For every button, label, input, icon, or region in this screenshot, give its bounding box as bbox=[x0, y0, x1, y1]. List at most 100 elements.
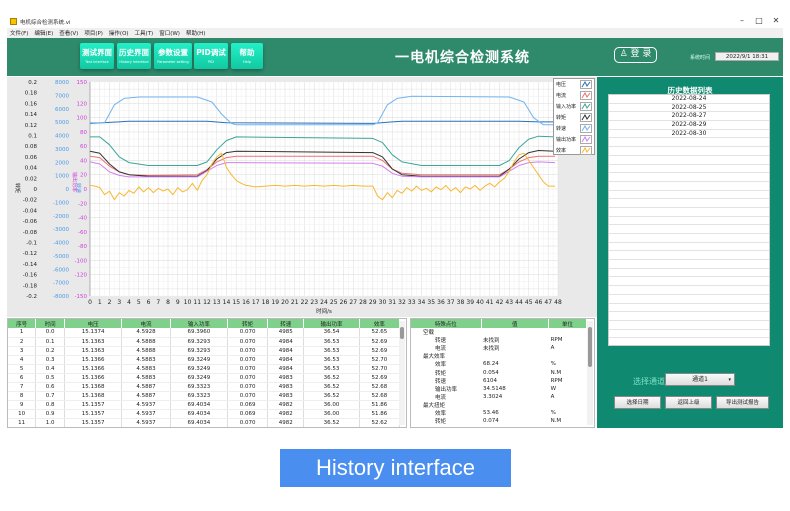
column-header[interactable]: 转矩 bbox=[227, 319, 269, 328]
table-row[interactable]: 11 1.0 15.1357 4.5937 69.4034 0.070 4982 36.52 5… bbox=[8, 418, 401, 427]
history-date-item[interactable] bbox=[609, 217, 769, 226]
nav-parameter-setting[interactable]: 参数设置 Parameter setting bbox=[154, 43, 192, 69]
nav-test-interface[interactable]: 测试界面 Test interface bbox=[80, 43, 114, 69]
tree-row[interactable]: 空载 bbox=[411, 328, 587, 336]
history-date-item[interactable] bbox=[609, 199, 769, 208]
channel-select[interactable]: 通道1 ▾ bbox=[665, 373, 735, 386]
export-report-button[interactable]: 导出测试报告 bbox=[716, 396, 769, 409]
history-date-item[interactable]: 2022-08-25 bbox=[609, 104, 769, 113]
history-date-item[interactable] bbox=[609, 208, 769, 217]
legend-item[interactable]: 转矩 bbox=[554, 112, 594, 123]
history-date-item[interactable] bbox=[609, 147, 769, 156]
history-date-item[interactable]: 2022-08-27 bbox=[609, 112, 769, 122]
history-date-item[interactable] bbox=[609, 182, 769, 191]
history-date-item[interactable] bbox=[609, 330, 769, 339]
column-header[interactable]: 转速 bbox=[267, 319, 305, 328]
menu-project[interactable]: 项目(P) bbox=[84, 29, 103, 37]
column-header[interactable]: 序号 bbox=[8, 319, 37, 328]
history-date-item[interactable] bbox=[609, 260, 769, 269]
history-date-item[interactable]: 2022-08-30 bbox=[609, 130, 769, 139]
data-table-scrollbar[interactable] bbox=[399, 321, 405, 425]
tree-row[interactable]: 电流 未找到 A bbox=[411, 344, 587, 352]
history-date-item[interactable] bbox=[609, 165, 769, 174]
feature-table-scrollbar[interactable] bbox=[587, 321, 593, 425]
history-date-item[interactable] bbox=[609, 295, 769, 304]
table-row[interactable]: 3 0.2 15.1363 4.5888 69.3293 0.070 4984 36.53 52… bbox=[8, 346, 401, 356]
legend-item[interactable]: 输入功率 bbox=[554, 101, 594, 112]
menu-edit[interactable]: 编辑(E) bbox=[34, 29, 53, 37]
nav-pid[interactable]: PID调试 PID bbox=[194, 43, 228, 69]
tree-row[interactable]: 电流 3.3024 A bbox=[411, 393, 587, 401]
tree-row[interactable]: 最大效率 bbox=[411, 352, 587, 360]
history-date-item[interactable] bbox=[609, 243, 769, 252]
history-date-list[interactable]: 2022-08-24 2022-08-25 2022-08-27 2022-08-29… bbox=[608, 94, 770, 346]
x-tick-label: 29 bbox=[369, 299, 377, 306]
menu-view[interactable]: 查看(V) bbox=[59, 29, 78, 37]
tree-row[interactable]: 输出功率 34.5148 W bbox=[411, 385, 587, 393]
table-row[interactable]: 4 0.3 15.1366 4.5883 69.3249 0.070 4984 36.53 52… bbox=[8, 355, 401, 365]
table-cell: 1 bbox=[8, 328, 37, 338]
table-row[interactable]: 7 0.6 15.1368 4.5887 69.3323 0.070 4983 36.52 52… bbox=[8, 382, 401, 393]
legend-item[interactable]: 转速 bbox=[554, 123, 594, 134]
column-header[interactable]: 时间 bbox=[35, 319, 66, 328]
menu-tools[interactable]: 工具(T) bbox=[135, 29, 154, 37]
close-button[interactable]: ✕ bbox=[769, 16, 783, 25]
table-row[interactable]: 6 0.5 15.1366 4.5883 69.3249 0.070 4983 36.52 52… bbox=[8, 373, 401, 384]
history-date-item[interactable] bbox=[609, 286, 769, 295]
history-date-item[interactable]: 2022-08-29 bbox=[609, 121, 769, 130]
history-date-item[interactable] bbox=[609, 225, 769, 234]
history-date-item[interactable] bbox=[609, 312, 769, 321]
history-date-item[interactable] bbox=[609, 251, 769, 261]
history-date-item[interactable] bbox=[609, 191, 769, 200]
table-row[interactable]: 8 0.7 15.1368 4.5887 69.3323 0.070 4983 36.52 52… bbox=[8, 391, 401, 402]
minimize-button[interactable]: – bbox=[735, 16, 749, 25]
legend-item[interactable]: 电流 bbox=[554, 90, 594, 101]
tree-row[interactable]: 效率 53.46% bbox=[411, 409, 587, 417]
tree-row[interactable]: 转矩 0.074 N.M bbox=[411, 417, 587, 425]
table-cell: 69.4034 bbox=[170, 409, 228, 420]
y-tick-label: -7000 bbox=[53, 281, 69, 287]
table-row[interactable]: 1 0.0 15.1374 4.5928 69.3960 0.070 4985 36.54 52… bbox=[8, 328, 401, 338]
tree-row[interactable]: 效率 68.24% bbox=[411, 360, 587, 368]
table-row[interactable]: 2 0.1 15.1363 4.5888 69.3293 0.070 4984 36.53 52… bbox=[8, 337, 401, 347]
legend-item[interactable]: 输出功率 bbox=[554, 134, 594, 145]
table-row[interactable]: 10 0.9 15.1357 4.5937 69.4034 0.069 4982 36.00 5… bbox=[8, 409, 401, 420]
table-cell: 52.69 bbox=[359, 337, 401, 347]
history-date-item[interactable] bbox=[609, 321, 769, 330]
table-row[interactable]: 9 0.8 15.1357 4.5937 69.4034 0.069 4982 36.00 51… bbox=[8, 400, 401, 411]
history-date-item[interactable]: 2022-08-24 bbox=[609, 95, 769, 104]
tree-row[interactable]: 转速 未找到 RPM bbox=[411, 336, 587, 344]
tree-row[interactable]: 最大扭矩 bbox=[411, 401, 587, 409]
legend-item[interactable]: 电压 bbox=[554, 79, 594, 90]
y-tick-label: -8000 bbox=[53, 294, 69, 300]
legend-label: 电流 bbox=[556, 93, 567, 99]
menu-help[interactable]: 帮助(H) bbox=[186, 29, 205, 37]
history-date-item[interactable] bbox=[609, 173, 769, 182]
menu-file[interactable]: 文件(F) bbox=[10, 29, 28, 37]
tree-row[interactable]: 转速 6104 RPM bbox=[411, 377, 587, 385]
nav-history-interface[interactable]: 历史界面 History interface bbox=[117, 43, 151, 69]
history-date-item[interactable] bbox=[609, 156, 769, 165]
login-button[interactable]: ♙ 登 录 bbox=[614, 47, 657, 63]
column-header[interactable]: 电压 bbox=[64, 319, 123, 328]
column-header[interactable]: 输出功率 bbox=[303, 319, 360, 328]
table-cell: 69.4034 bbox=[170, 418, 228, 427]
legend-item[interactable]: 效率 bbox=[554, 145, 594, 156]
table-row[interactable]: 5 0.4 15.1366 4.5883 69.3249 0.070 4984 36.53 52… bbox=[8, 364, 401, 374]
history-date-item[interactable] bbox=[609, 138, 769, 148]
nav-help[interactable]: 帮助 Help bbox=[231, 43, 263, 69]
select-date-button[interactable]: 选择日期 bbox=[614, 396, 661, 409]
history-date-item[interactable] bbox=[609, 234, 769, 243]
table-cell: 4.5937 bbox=[121, 400, 171, 411]
column-header[interactable]: 输入功率 bbox=[170, 319, 228, 328]
maximize-button[interactable]: □ bbox=[752, 16, 766, 25]
column-header[interactable]: 效率 bbox=[359, 319, 401, 328]
history-date-item[interactable] bbox=[609, 277, 769, 287]
history-date-item[interactable] bbox=[609, 304, 769, 313]
history-date-item[interactable] bbox=[609, 269, 769, 278]
return-button[interactable]: 返回上级 bbox=[665, 396, 712, 409]
tree-row[interactable]: 转矩 0.054 N.M bbox=[411, 368, 587, 377]
menu-operate[interactable]: 操作(O) bbox=[109, 29, 129, 37]
column-header[interactable]: 电流 bbox=[121, 319, 171, 328]
menu-window[interactable]: 窗口(W) bbox=[159, 29, 180, 37]
